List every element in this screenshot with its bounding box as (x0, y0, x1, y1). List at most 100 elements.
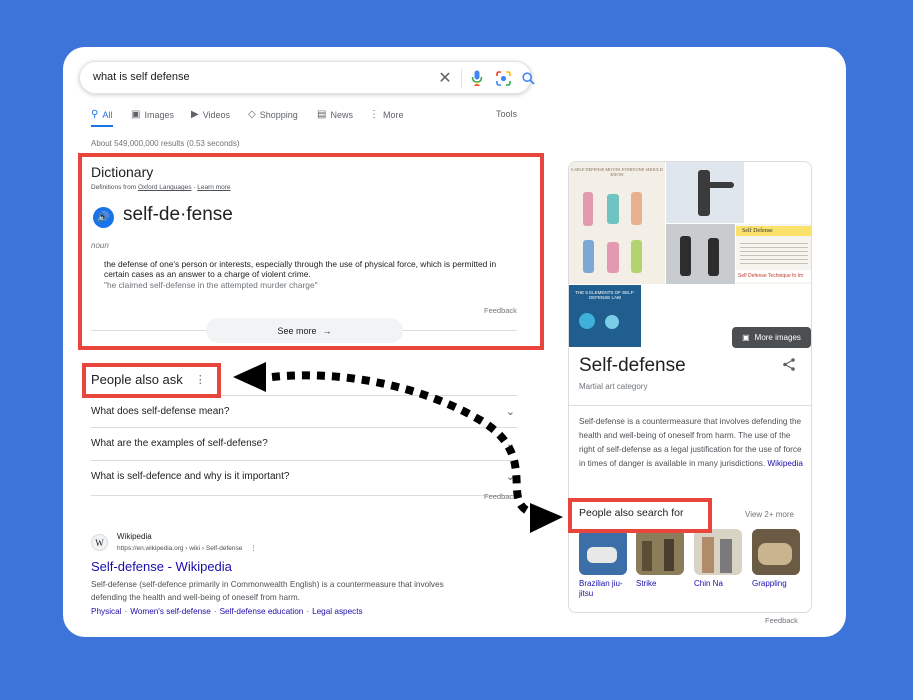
dictionary-highlight-box (78, 153, 544, 350)
self-defense-moves-poster-image[interactable]: 6 SELF DEFENSE MOVES EVERYONE SHOULD KNO… (569, 162, 665, 284)
tab-label: Shopping (259, 109, 298, 120)
chevron-down-icon: ⌄ (505, 471, 515, 483)
paa-question-text: What does self-defense mean? (91, 406, 230, 417)
figure (708, 238, 719, 276)
figure (698, 170, 710, 216)
result-snippet: Self-defense (self-defence primarily in … (91, 580, 444, 602)
sitelink[interactable]: Women's self-defense (130, 607, 211, 616)
figure (702, 537, 714, 573)
tab-shopping[interactable]: ◇ Shopping (248, 109, 298, 120)
paa-question[interactable]: What does self-defense mean? ⌄ (91, 395, 517, 427)
view-more-link[interactable]: View 2+ more (745, 510, 794, 519)
result-title-link[interactable]: Self-defense - Wikipedia (91, 559, 232, 574)
newspaper-icon: ▤ (317, 109, 327, 120)
pasf-label: Chin Na (694, 579, 723, 588)
paa-feedback-link[interactable]: Feedback (484, 492, 517, 501)
figure (583, 240, 594, 273)
pasf-item-strike[interactable]: Strike (636, 529, 688, 589)
search-icon: ⚲ (91, 109, 99, 120)
play-icon: ▶ (191, 109, 199, 120)
tab-label: Videos (202, 109, 231, 120)
tab-more[interactable]: ⋮ More (369, 109, 404, 120)
paa-question[interactable]: What is self-defence and why is it impor… (91, 460, 517, 492)
paa-divider (91, 495, 517, 496)
self-defense-law-infographic[interactable]: THE 5 ELEMENTS OF SELF-DEFENSE LAW (569, 285, 641, 347)
search-bar[interactable]: what is self defense ✕ (79, 61, 535, 94)
close-icon[interactable]: ✕ (436, 68, 454, 88)
tab-label: Images (144, 109, 174, 120)
knowledge-panel-feedback-link[interactable]: Feedback (765, 616, 798, 625)
figure (720, 539, 732, 573)
lens-icon[interactable] (494, 68, 512, 88)
figure (758, 543, 792, 565)
article-heading: Self Defense (736, 226, 811, 236)
tab-all[interactable]: ⚲ All (91, 109, 112, 120)
knowledge-panel: 6 SELF DEFENSE MOVES EVERYONE SHOULD KNO… (568, 161, 812, 613)
tab-news[interactable]: ▤ News (317, 109, 353, 120)
chevron-down-icon: ⌄ (505, 438, 515, 450)
tab-label: All (102, 109, 113, 120)
result-stats: About 549,000,000 results (0.53 seconds) (91, 139, 240, 148)
figure (583, 192, 593, 226)
knowledge-panel-divider (569, 405, 811, 406)
pasf-item-brazilian-jiu-jitsu[interactable]: Brazilian jiu-jitsu (579, 529, 631, 599)
article-text-lines (740, 240, 808, 266)
tab-videos[interactable]: ▶ Videos (191, 109, 230, 120)
search-icon[interactable] (519, 68, 537, 88)
chevron-down-icon: ⌄ (505, 406, 515, 418)
result-url-text: https://en.wikipedia.org › wiki › Self-d… (117, 545, 243, 552)
article-caption: Self Defense Technique fo Im (736, 270, 811, 282)
image-icon: ▣ (742, 333, 750, 342)
figure (587, 547, 617, 563)
tab-images[interactable]: ▣ Images (131, 109, 174, 120)
active-tab-indicator (91, 125, 113, 127)
figure (631, 240, 642, 273)
result-sitelinks: Physical · Women's self-defense · Self-defen… (91, 607, 363, 616)
paa-question[interactable]: What are the examples of self-defense? ⌄ (91, 427, 517, 459)
knowledge-panel-description: Self-defense is a countermeasure that in… (579, 415, 807, 471)
separator: · (124, 607, 128, 616)
self-defense-kick-photo[interactable] (666, 162, 744, 223)
infographic-circle (579, 313, 595, 329)
result-site-name[interactable]: Wikipedia (117, 532, 152, 541)
more-vertical-icon: ⋮ (369, 109, 379, 120)
grappling-thumbnail (752, 529, 800, 575)
search-divider (461, 69, 462, 88)
screenshot-card: what is self defense ✕ ⚲ All ▣ Images ▶ … (63, 47, 846, 637)
tag-icon: ◇ (248, 109, 256, 120)
sitelink[interactable]: Physical (91, 607, 122, 616)
self-defense-article-image[interactable]: Self Defense Self Defense Technique fo I… (736, 224, 811, 284)
knowledge-panel-subtitle: Martial art category (579, 382, 648, 391)
more-images-button[interactable]: ▣ More images (732, 327, 811, 348)
pasf-item-grappling[interactable]: Grappling (752, 529, 804, 589)
tab-label: News (330, 109, 353, 120)
pasf-label: Grappling (752, 579, 787, 588)
tab-label: More (383, 109, 404, 120)
pasf-label: Strike (636, 579, 657, 588)
brazilian-jiu-jitsu-thumbnail (579, 529, 627, 575)
paa-question-text: What is self-defence and why is it impor… (91, 471, 290, 482)
pasf-item-chin-na[interactable]: Chin Na (694, 529, 746, 589)
search-input[interactable]: what is self defense (93, 71, 190, 83)
wikipedia-link[interactable]: Wikipedia (767, 459, 803, 468)
infographic-circle (605, 315, 619, 329)
knowledge-panel-title: Self-defense (579, 355, 686, 376)
sitelink[interactable]: Self-defense education (220, 607, 304, 616)
microphone-icon[interactable] (468, 68, 486, 88)
infographic-text: THE 5 ELEMENTS OF SELF-DEFENSE LAW (575, 290, 635, 300)
figure (708, 182, 734, 188)
figure (664, 539, 674, 571)
strike-thumbnail (636, 529, 684, 575)
more-images-label: More images (754, 333, 801, 342)
more-vertical-icon[interactable]: ⋮ (250, 545, 257, 552)
people-also-ask-highlight-box (82, 363, 221, 398)
share-icon[interactable] (783, 358, 795, 374)
chin-na-thumbnail (694, 529, 742, 575)
image-icon: ▣ (131, 109, 141, 120)
tools-button[interactable]: Tools (496, 109, 517, 119)
search-tabs: ⚲ All ▣ Images ▶ Videos ◇ Shopping ▤ New… (91, 109, 521, 129)
self-defense-sparring-photo[interactable] (666, 224, 735, 284)
sitelink[interactable]: Legal aspects (312, 607, 363, 616)
figure (631, 192, 642, 225)
figure (680, 236, 691, 276)
